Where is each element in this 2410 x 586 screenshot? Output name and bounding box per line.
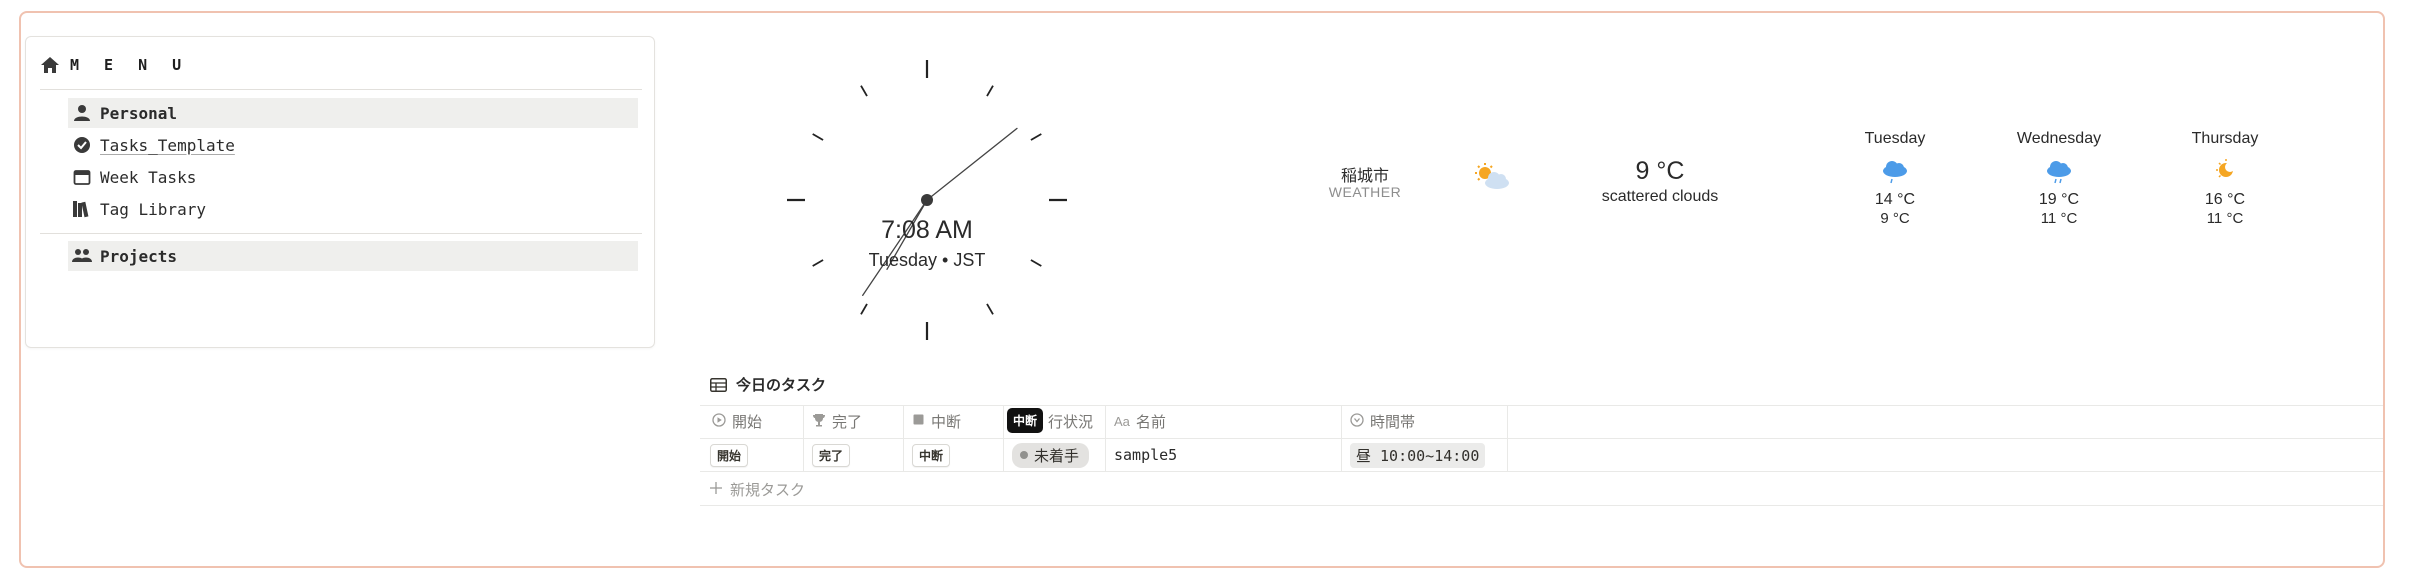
calendar-icon <box>72 167 92 187</box>
column-header-pause[interactable]: 中断 <box>912 405 961 438</box>
table-border <box>700 471 2383 472</box>
menu-item-projects[interactable]: Projects <box>68 241 638 271</box>
menu-item-label: Projects <box>100 246 178 266</box>
clock-minute-hand <box>926 127 1018 201</box>
table-border <box>700 438 2383 439</box>
forecast-day: Tuesday 14 °C 9 °C <box>1820 130 1970 228</box>
table-cell: 中断 <box>912 439 951 471</box>
table-cell: 昼 10:00~14:00 <box>1350 439 1486 471</box>
check-badge-icon <box>72 135 92 155</box>
divider <box>40 233 642 234</box>
clock-tick <box>860 303 868 315</box>
task-name[interactable]: sample5 <box>1114 446 1177 464</box>
forecast-day-name: Thursday <box>2191 130 2259 147</box>
table-title[interactable]: 今日のタスク <box>708 374 826 395</box>
column-header-status[interactable]: 行状況 <box>1048 405 1093 438</box>
sun-behind-cloud-icon <box>1473 162 1511 197</box>
analog-clock <box>787 60 1067 340</box>
text-type-icon: Aa <box>1114 414 1130 429</box>
users-icon <box>72 246 92 266</box>
table-cell: sample5 <box>1114 439 1177 471</box>
rain-cloud-icon <box>1879 158 1911 186</box>
column-divider <box>903 405 904 471</box>
forecast-low: 9 °C <box>1880 210 1910 227</box>
clock-center <box>921 194 933 206</box>
menu-panel: M E N U Personal Tasks_Template Week Tas… <box>25 36 655 348</box>
column-header-start[interactable]: 開始 <box>712 405 762 438</box>
table-icon <box>708 375 728 395</box>
start-button[interactable]: 開始 <box>710 443 749 467</box>
menu-item-label: Week Tasks <box>100 167 197 187</box>
timeslot-tag[interactable]: 昼 10:00~14:00 <box>1350 442 1486 468</box>
column-header-name[interactable]: Aa 名前 <box>1114 405 1166 438</box>
weather-subtitle: WEATHER <box>1328 184 1402 200</box>
status-badge[interactable]: 未着手 <box>1012 442 1090 468</box>
clock-date: Tuesday • JST <box>868 250 986 270</box>
forecast-day: Wednesday 19 °C 11 °C <box>1984 130 2134 228</box>
forecast-day-name: Wednesday <box>2016 130 2102 147</box>
status-dot <box>1020 451 1028 459</box>
menu-item-label: Personal <box>100 103 178 123</box>
tooltip: 中断 <box>1007 408 1044 433</box>
weather-temperature: 9 °C <box>1635 157 1685 185</box>
forecast-day-name: Tuesday <box>1864 130 1926 147</box>
table-border <box>700 505 2383 506</box>
home-icon <box>40 55 60 75</box>
trophy-icon <box>812 413 826 431</box>
clock-time: 7:08 AM <box>881 216 973 244</box>
play-circle-icon <box>712 412 726 431</box>
user-icon <box>72 103 92 123</box>
forecast-day: Thursday 16 °C 11 °C <box>2150 130 2300 228</box>
column-divider <box>803 405 804 471</box>
forecast-high: 14 °C <box>1874 191 1916 208</box>
column-divider <box>1105 405 1106 471</box>
select-circle-icon <box>1350 412 1364 431</box>
menu-item-tag-library[interactable]: Tag Library <box>68 194 638 224</box>
menu-item-personal[interactable]: Personal <box>68 98 638 128</box>
forecast-high: 16 °C <box>2204 191 2246 208</box>
menu-title: M E N U <box>70 56 190 74</box>
menu-header: M E N U <box>40 55 189 75</box>
clock-hour-hand <box>862 199 928 296</box>
column-header-done[interactable]: 完了 <box>812 405 862 438</box>
weather-city: 稲城市 <box>1340 168 1389 185</box>
divider <box>40 89 642 90</box>
new-task-button[interactable]: 新規タスク <box>710 474 805 504</box>
stop-square-icon <box>912 413 925 430</box>
table-cell: 未着手 <box>1012 439 1090 471</box>
column-header-timeslot[interactable]: 時間帯 <box>1350 405 1415 438</box>
column-divider <box>1341 405 1342 471</box>
books-icon <box>72 199 92 219</box>
forecast-low: 11 °C <box>2206 210 2244 227</box>
pause-button[interactable]: 中断 <box>912 443 951 467</box>
weather-description: scattered clouds <box>1601 188 1719 205</box>
menu-item-tasks-template[interactable]: Tasks_Template <box>68 130 638 160</box>
sun-moon-icon <box>2209 158 2241 186</box>
clock-tick <box>860 85 868 97</box>
menu-item-week-tasks[interactable]: Week Tasks <box>68 162 638 192</box>
table-row: 開始 <box>710 439 749 471</box>
forecast-low: 11 °C <box>2040 210 2078 227</box>
forecast-high: 19 °C <box>2038 191 2080 208</box>
column-divider <box>1507 405 1508 471</box>
table-title-text: 今日のタスク <box>736 377 827 394</box>
complete-button[interactable]: 完了 <box>812 443 851 467</box>
clock-tick <box>1030 133 1042 141</box>
clock-tick <box>986 85 994 97</box>
rain-cloud-icon <box>2043 158 2075 186</box>
column-divider <box>1003 405 1004 471</box>
menu-item-label: Tasks_Template <box>100 135 235 155</box>
table-cell: 完了 <box>812 439 851 471</box>
clock-tick <box>812 133 824 141</box>
clock-tick <box>986 303 994 315</box>
plus-icon <box>710 481 722 498</box>
menu-item-label: Tag Library <box>100 199 206 219</box>
